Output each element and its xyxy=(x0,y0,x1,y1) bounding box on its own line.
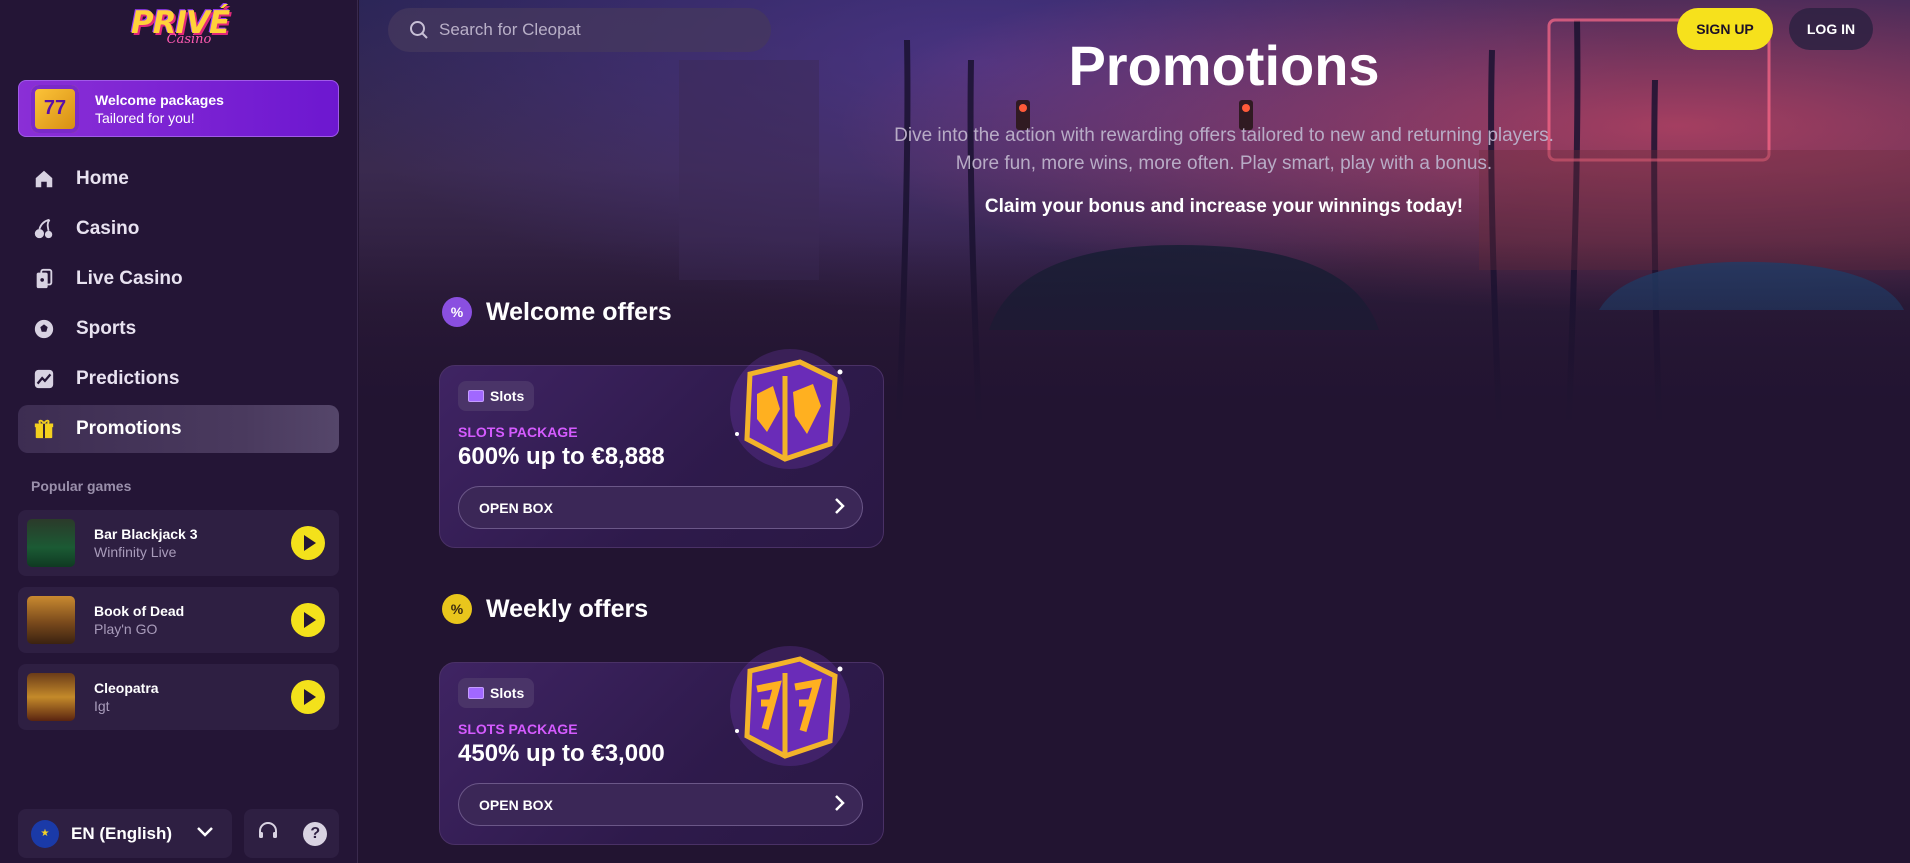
play-button[interactable] xyxy=(291,526,325,560)
cards-icon xyxy=(32,267,56,291)
mystery-box-sevens-icon xyxy=(730,646,850,766)
tag-label: Slots xyxy=(490,388,525,404)
headset-icon[interactable] xyxy=(256,819,280,848)
chevron-down-icon xyxy=(196,825,214,843)
popular-game-cleopatra[interactable]: Cleopatra Igt xyxy=(18,664,339,730)
search-icon xyxy=(409,20,429,40)
page-title: Promotions xyxy=(1068,34,1380,97)
welcome-offer-card[interactable]: Slots SLOTS PACKAGE 600% up to €8,888 OP… xyxy=(439,349,884,548)
nav-label-casino: Casino xyxy=(76,218,140,239)
language-label: EN (English) xyxy=(71,823,173,843)
percent-badge-icon: % xyxy=(442,594,472,624)
game-title: Bar Blackjack 3 xyxy=(94,526,198,542)
slots-tag-icon xyxy=(468,687,484,699)
nav-item-predictions[interactable]: Predictions xyxy=(18,355,339,403)
open-box-label: OPEN BOX xyxy=(479,796,553,813)
intro-line-2: More fun, more wins, more often. Play sm… xyxy=(955,153,1493,174)
nav-item-home[interactable]: Home xyxy=(18,155,339,203)
game-provider: Igt xyxy=(94,698,110,714)
open-box-label: OPEN BOX xyxy=(479,499,553,516)
chevron-right-icon xyxy=(834,794,846,815)
help-icon[interactable]: ? xyxy=(303,821,328,846)
main-nav: Home Casino Live Casino Sports Predictio… xyxy=(18,155,339,455)
open-box-button[interactable]: OPEN BOX xyxy=(458,486,863,529)
support-tools: ? xyxy=(244,809,339,858)
play-button[interactable] xyxy=(291,603,325,637)
brand-logo[interactable]: PRIVÉ Casino xyxy=(130,6,230,56)
popular-game-bar-blackjack[interactable]: Bar Blackjack 3 Winfinity Live xyxy=(18,510,339,576)
percent-badge-icon: % xyxy=(442,297,472,327)
package-label: SLOTS PACKAGE xyxy=(458,424,578,440)
logo-subtitle: Casino xyxy=(166,32,212,47)
slot-sevens-icon: 77 xyxy=(31,84,79,133)
game-info: Cleopatra Igt xyxy=(94,679,291,715)
open-box-button[interactable]: OPEN BOX xyxy=(458,783,863,826)
popular-game-book-of-dead[interactable]: Book of Dead Play'n GO xyxy=(18,587,339,653)
gift-icon xyxy=(32,417,56,441)
game-info: Bar Blackjack 3 Winfinity Live xyxy=(94,525,291,561)
section-title: Welcome offers xyxy=(486,297,672,326)
package-amount: 450% up to €3,000 xyxy=(458,740,665,767)
sidebar: PRIVÉ Casino 77 Welcome packages Tailore… xyxy=(0,0,358,863)
nav-label-predictions: Predictions xyxy=(76,368,180,389)
game-info: Book of Dead Play'n GO xyxy=(94,602,291,638)
nav-item-live-casino[interactable]: Live Casino xyxy=(18,255,339,303)
section-title: Weekly offers xyxy=(486,594,649,623)
claim-text: Claim your bonus and increase your winni… xyxy=(984,196,1464,217)
soccer-ball-icon xyxy=(32,317,56,341)
game-provider: Play'n GO xyxy=(94,621,158,637)
nav-item-promotions[interactable]: Promotions xyxy=(18,405,339,453)
slots-tag-icon xyxy=(468,390,484,402)
eu-flag-icon: ★ xyxy=(31,819,59,848)
cherries-icon xyxy=(32,217,56,241)
popular-games-heading: Popular games xyxy=(31,478,132,494)
game-thumbnail xyxy=(27,519,75,567)
welcome-offers-heading: % Welcome offers xyxy=(442,297,672,327)
search-bar[interactable] xyxy=(388,8,771,52)
nav-label-home: Home xyxy=(76,168,129,189)
chart-icon xyxy=(32,367,56,391)
promotions-intro: Dive into the action with rewarding offe… xyxy=(779,122,1669,178)
language-selector[interactable]: ★ EN (English) xyxy=(18,809,232,858)
welcome-banner-subtitle: Tailored for you! xyxy=(95,109,195,126)
nav-label-sports: Sports xyxy=(76,318,137,339)
package-label: SLOTS PACKAGE xyxy=(458,721,578,737)
nav-label-live-casino: Live Casino xyxy=(76,268,183,289)
tag-label: Slots xyxy=(490,685,525,701)
sign-up-button[interactable]: SIGN UP xyxy=(1677,8,1773,50)
game-thumbnail xyxy=(27,673,75,721)
game-title: Book of Dead xyxy=(94,603,185,619)
nav-item-sports[interactable]: Sports xyxy=(18,305,339,353)
category-tag: Slots xyxy=(458,678,535,708)
package-amount: 600% up to €8,888 xyxy=(458,443,665,470)
nav-item-casino[interactable]: Casino xyxy=(18,205,339,253)
intro-line-1: Dive into the action with rewarding offe… xyxy=(894,125,1554,146)
game-title: Cleopatra xyxy=(94,680,159,696)
chevron-right-icon xyxy=(834,497,846,518)
weekly-offer-card[interactable]: Slots SLOTS PACKAGE 450% up to €3,000 OP… xyxy=(439,646,884,845)
game-thumbnail xyxy=(27,596,75,644)
welcome-packages-banner[interactable]: 77 Welcome packages Tailored for you! xyxy=(18,80,339,137)
play-button[interactable] xyxy=(291,680,325,714)
home-icon xyxy=(32,167,56,191)
mystery-box-gems-icon xyxy=(730,349,850,469)
category-tag: Slots xyxy=(458,381,535,411)
weekly-offers-heading: % Weekly offers xyxy=(442,594,648,624)
nav-label-promotions: Promotions xyxy=(76,418,182,439)
welcome-banner-title: Welcome packages xyxy=(95,91,224,108)
search-input[interactable] xyxy=(439,20,759,40)
game-provider: Winfinity Live xyxy=(94,544,177,560)
log-in-button[interactable]: LOG IN xyxy=(1789,8,1873,50)
welcome-banner-text: Welcome packages Tailored for you! xyxy=(95,91,224,127)
main-content: SIGN UP LOG IN Promotions Dive into the … xyxy=(359,0,1910,863)
